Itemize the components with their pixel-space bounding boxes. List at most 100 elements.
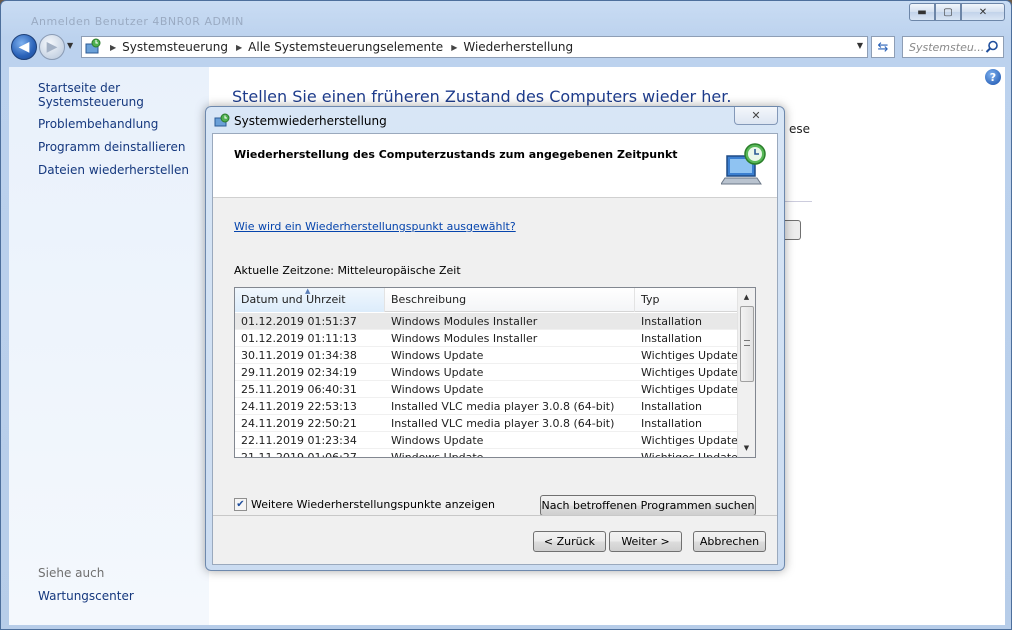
refresh-button[interactable]: ⇆: [871, 36, 895, 58]
checkmark-icon: ✔: [236, 498, 245, 510]
sidebar: Startseite der Systemsteuerung Problembe…: [9, 67, 209, 625]
breadcrumb-all-items[interactable]: Alle Systemsteuerungselemente: [248, 40, 443, 54]
cancel-button[interactable]: Abbrechen: [693, 531, 766, 552]
table-row[interactable]: 29.11.2019 02:34:19 Windows Update Wicht…: [235, 364, 738, 381]
search-icon: [985, 40, 998, 53]
dialog-close-button[interactable]: ✕: [734, 107, 778, 125]
row-description: Installed VLC media player 3.0.8 (64-bit…: [391, 417, 615, 430]
row-type: Installation: [641, 315, 702, 328]
row-date: 21.11.2019 01:06:27: [241, 451, 357, 458]
explorer-window: Anmelden Benutzer 4BNR0R ADMIN ▬ ▢ ✕ ◀ ▶…: [0, 0, 1012, 630]
sort-ascending-icon: ▲: [305, 287, 311, 295]
row-type: Wichtiges Update: [641, 349, 738, 362]
minimize-button[interactable]: ▬: [909, 3, 935, 21]
breadcrumb-separator: ▶: [451, 42, 458, 52]
row-description: Windows Update: [391, 383, 484, 396]
arrow-right-icon: ▶: [46, 39, 58, 55]
table-row[interactable]: 30.11.2019 01:34:38 Windows Update Wicht…: [235, 347, 738, 364]
breadcrumb-separator: ▶: [236, 42, 243, 52]
row-date: 24.11.2019 22:53:13: [241, 400, 357, 413]
control-panel-icon: [85, 38, 101, 54]
page-title: Stellen Sie einen früheren Zustand des C…: [232, 87, 732, 106]
table-row[interactable]: 22.11.2019 01:23:34 Windows Update Wicht…: [235, 432, 738, 449]
row-date: 22.11.2019 01:23:34: [241, 434, 357, 447]
sidebar-item-uninstall[interactable]: Programm deinstallieren: [38, 140, 185, 154]
sidebar-item-troubleshooting[interactable]: Problembehandlung: [38, 117, 158, 131]
next-button[interactable]: Weiter >: [609, 531, 682, 552]
column-header-date[interactable]: ▲ Datum und Uhrzeit: [235, 288, 385, 312]
caption-buttons: ▬ ▢ ✕: [909, 3, 1005, 21]
maximize-button[interactable]: ▢: [935, 3, 961, 21]
row-type: Wichtiges Update: [641, 434, 738, 447]
address-bar[interactable]: ▶ Systemsteuerung ▶ Alle Systemsteuerung…: [81, 36, 868, 58]
row-type: Installation: [641, 417, 702, 430]
search-placeholder: Systemsteu...: [909, 40, 985, 54]
scan-programs-button[interactable]: Nach betroffenen Programmen suchen: [540, 495, 756, 516]
list-body: 01.12.2019 01:51:37 Windows Modules Inst…: [235, 313, 738, 458]
breadcrumb-separator: ▶: [110, 42, 117, 52]
restore-points-list[interactable]: ▲ Datum und Uhrzeit Beschreibung Typ 01.…: [234, 287, 756, 458]
row-description: Windows Modules Installer: [391, 332, 538, 345]
column-header-description[interactable]: Beschreibung: [385, 288, 635, 312]
back-step-button[interactable]: < Zurück: [533, 531, 606, 552]
row-type: Installation: [641, 332, 702, 345]
breadcrumb-control-panel[interactable]: Systemsteuerung: [122, 40, 228, 54]
window-title: Anmelden Benutzer 4BNR0R ADMIN: [31, 15, 244, 28]
dialog-header-title: Wiederherstellung des Computerzustands z…: [234, 148, 678, 161]
dialog-header: Wiederherstellung des Computerzustands z…: [213, 134, 777, 198]
table-row[interactable]: 24.11.2019 22:53:13 Installed VLC media …: [235, 398, 738, 415]
row-date: 29.11.2019 02:34:19: [241, 366, 357, 379]
row-description: Windows Modules Installer: [391, 315, 538, 328]
system-restore-icon: [214, 113, 230, 127]
back-button[interactable]: ◀: [11, 34, 37, 60]
scrollbar-thumb[interactable]: [740, 306, 754, 382]
row-type: Wichtiges Update: [641, 451, 738, 458]
more-restore-points-option[interactable]: ✔ Weitere Wiederherstellungspunkte anzei…: [234, 498, 495, 511]
column-header-type[interactable]: Typ: [635, 288, 738, 312]
row-description: Windows Update: [391, 349, 484, 362]
refresh-icon: ⇆: [877, 39, 889, 55]
see-also-label: Siehe auch: [38, 566, 105, 580]
system-restore-dialog: Systemwiederherstellung ✕ Wiederherstell…: [205, 106, 785, 571]
divider: [784, 201, 812, 202]
list-header: ▲ Datum und Uhrzeit Beschreibung Typ: [235, 288, 738, 312]
row-type: Wichtiges Update: [641, 383, 738, 396]
row-description: Windows Update: [391, 434, 484, 447]
recent-pages-dropdown[interactable]: ▼: [67, 41, 73, 50]
timezone-label: Aktuelle Zeitzone: Mitteleuropäische Zei…: [234, 264, 461, 277]
table-row[interactable]: 01.12.2019 01:11:13 Windows Modules Inst…: [235, 330, 738, 347]
restore-point-help-link[interactable]: Wie wird ein Wiederherstellungspunkt aus…: [234, 220, 516, 233]
dialog-title: Systemwiederherstellung: [234, 114, 387, 128]
background-text: ese: [789, 122, 811, 136]
row-description: Windows Update: [391, 366, 484, 379]
row-date: 01.12.2019 01:51:37: [241, 315, 357, 328]
forward-button[interactable]: ▶: [39, 34, 65, 60]
close-button[interactable]: ✕: [961, 3, 1005, 21]
row-type: Installation: [641, 400, 702, 413]
column-header-date-label: Datum und Uhrzeit: [241, 293, 346, 306]
row-description: Windows Update: [391, 451, 484, 458]
list-scrollbar[interactable]: ▲ ▼: [737, 288, 755, 457]
arrow-left-icon: ◀: [18, 39, 30, 55]
grip-icon: [744, 340, 750, 346]
sidebar-home-link[interactable]: Startseite der Systemsteuerung: [38, 81, 209, 109]
breadcrumb-recovery[interactable]: Wiederherstellung: [463, 40, 573, 54]
sidebar-item-restore-files[interactable]: Dateien wiederherstellen: [38, 163, 189, 177]
table-row[interactable]: 25.11.2019 06:40:31 Windows Update Wicht…: [235, 381, 738, 398]
sidebar-item-action-center[interactable]: Wartungscenter: [38, 589, 134, 603]
row-type: Wichtiges Update: [641, 366, 738, 379]
search-input[interactable]: Systemsteu...: [902, 36, 1004, 58]
scroll-down-icon[interactable]: ▼: [738, 439, 755, 456]
address-dropdown[interactable]: ▼: [857, 41, 863, 50]
table-row[interactable]: 21.11.2019 01:06:27 Windows Update Wicht…: [235, 449, 738, 458]
column-header-type-label: Typ: [641, 293, 660, 306]
table-row[interactable]: 01.12.2019 01:51:37 Windows Modules Inst…: [235, 313, 738, 330]
column-header-description-label: Beschreibung: [391, 293, 467, 306]
help-icon[interactable]: ?: [985, 69, 1001, 85]
table-row[interactable]: 24.11.2019 22:50:21 Installed VLC media …: [235, 415, 738, 432]
row-date: 25.11.2019 06:40:31: [241, 383, 357, 396]
restore-computer-icon: [721, 143, 766, 185]
scroll-up-icon[interactable]: ▲: [738, 288, 755, 305]
more-restore-points-checkbox[interactable]: ✔: [234, 498, 247, 511]
row-date: 24.11.2019 22:50:21: [241, 417, 357, 430]
